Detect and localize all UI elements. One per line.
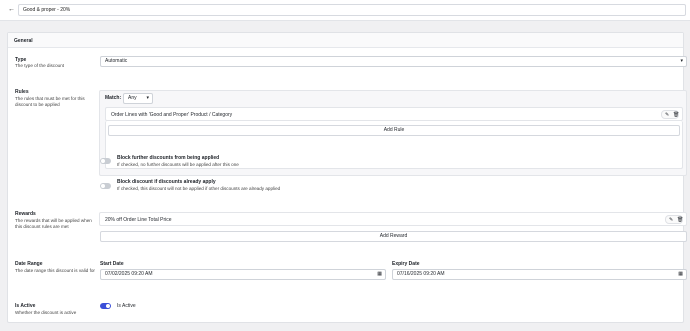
rewards-description: The rewards that will be applied when th… xyxy=(15,218,92,229)
top-bar: ← Good & proper - 20% xyxy=(0,0,690,21)
pencil-icon[interactable]: ✎ xyxy=(665,112,669,118)
pencil-icon[interactable]: ✎ xyxy=(669,217,673,223)
type-select-value: Automatic xyxy=(105,58,128,64)
calendar-icon[interactable]: ▦ xyxy=(377,270,382,279)
chevron-down-icon: ▾ xyxy=(146,95,149,101)
is-active-toggle[interactable] xyxy=(100,303,111,309)
block-if-applied-title: Block discount if discounts already appl… xyxy=(117,179,216,185)
start-date-value: 07/02/2025 09:20 AM xyxy=(105,271,153,277)
match-select-value: Any xyxy=(128,95,137,101)
rules-description: The rules that must be met for this disc… xyxy=(15,96,85,107)
date-range-description: The date range this discount is valid fo… xyxy=(15,268,95,273)
block-if-applied-description: If checked, this discount will not be ap… xyxy=(117,186,281,191)
start-date-input[interactable]: 07/02/2025 09:20 AM ▦ xyxy=(100,269,386,280)
type-description: The type of the discount xyxy=(15,63,65,68)
expiry-date-label: Expiry Date xyxy=(392,261,420,267)
rules-label: Rules xyxy=(15,89,29,95)
block-further-toggle[interactable] xyxy=(100,158,111,164)
block-if-applied-toggle[interactable] xyxy=(100,183,111,189)
expiry-date-input[interactable]: 07/16/2025 09:20 AM ▦ xyxy=(392,269,687,280)
chevron-down-icon: ▾ xyxy=(680,58,683,64)
arrow-left-icon[interactable]: ← xyxy=(8,6,16,14)
calendar-icon[interactable]: ▦ xyxy=(678,270,683,279)
card-header: General xyxy=(8,33,683,48)
reward-text: 20% off Order Line Total Price xyxy=(105,217,172,223)
date-range-label: Date Range xyxy=(15,261,43,267)
trash-icon[interactable]: 🗑 xyxy=(673,112,679,118)
is-active-label: Is Active xyxy=(15,303,36,309)
reward-actions: ✎ 🗑 xyxy=(665,215,683,224)
add-reward-button[interactable]: Add Reward xyxy=(100,231,687,242)
general-card: General Type The type of the discount Au… xyxy=(7,32,687,323)
trash-icon[interactable]: 🗑 xyxy=(677,217,683,223)
card-title: General xyxy=(14,38,33,44)
is-active-description: Whether the discount is active xyxy=(15,310,77,315)
rule-row: Order Lines with 'Good and Proper' Produ… xyxy=(105,107,683,121)
add-rule-button[interactable]: Add Rule xyxy=(108,125,680,136)
toggle-knob xyxy=(101,184,105,188)
block-further-description: If checked, no further discounts will be… xyxy=(117,162,239,167)
rule-actions: ✎ 🗑 xyxy=(661,110,679,119)
rule-text: Order Lines with 'Good and Proper' Produ… xyxy=(111,112,233,118)
reward-row: 20% off Order Line Total Price ✎ 🗑 xyxy=(99,212,687,226)
block-further-title: Block further discounts from being appli… xyxy=(117,155,220,161)
match-select[interactable]: Any ▾ xyxy=(123,93,153,104)
toggle-knob xyxy=(106,304,110,308)
toggle-knob xyxy=(101,159,105,163)
match-label: Match: xyxy=(105,95,122,101)
discount-name-input[interactable]: Good & proper - 20% xyxy=(18,4,686,16)
rewards-label: Rewards xyxy=(15,211,36,217)
is-active-toggle-label: Is Active xyxy=(117,303,136,309)
expiry-date-value: 07/16/2025 09:20 AM xyxy=(397,271,445,277)
start-date-label: Start Date xyxy=(100,261,124,267)
type-select[interactable]: Automatic ▾ xyxy=(100,56,687,67)
